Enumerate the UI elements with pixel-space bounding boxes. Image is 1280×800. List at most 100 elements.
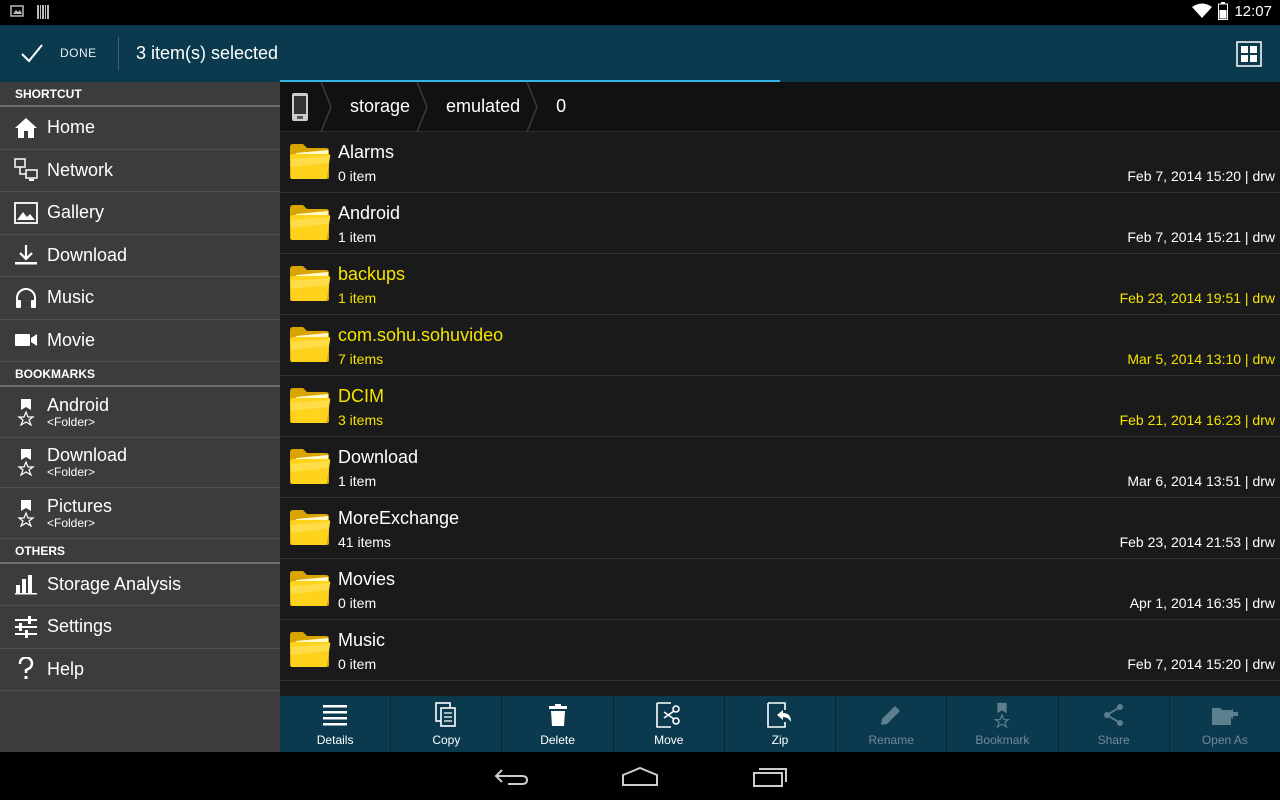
- phone-icon: [292, 92, 308, 121]
- sidebar-item-label: Storage Analysis: [47, 573, 182, 594]
- back-icon: [494, 769, 529, 785]
- bookmarks-header: BOOKMARKS: [0, 362, 280, 387]
- sidebar-item-network[interactable]: Network: [0, 150, 280, 192]
- zip-icon: [767, 702, 791, 728]
- status-bar: 12:07: [0, 0, 1280, 25]
- file-item-count: 0 item: [338, 656, 377, 672]
- sidebar-item-home[interactable]: Home: [0, 107, 280, 150]
- sidebar-item-label: Help: [47, 658, 85, 679]
- copy-icon: [435, 702, 457, 727]
- file-list[interactable]: Alarms 0 item Feb 7, 2014 15:20 | drw Andro…: [280, 132, 1280, 696]
- bookmark-sub: <Folder>: [47, 515, 96, 530]
- bookmark-sub: <Folder>: [47, 465, 96, 480]
- barcode-icon: [37, 5, 49, 19]
- toolbar-label: Copy: [432, 733, 461, 747]
- headphones-icon: [16, 287, 36, 308]
- sidebar-item-download[interactable]: Download: [0, 235, 280, 277]
- grid-view-icon[interactable]: [1236, 41, 1262, 67]
- file-row[interactable]: MoreExchange 41 items Feb 23, 2014 21:53 |…: [280, 498, 1280, 559]
- file-row[interactable]: DCIM 3 items Feb 21, 2014 16:23 | drw: [280, 376, 1280, 437]
- move-button[interactable]: Move: [614, 696, 725, 752]
- file-name: Android: [338, 203, 401, 223]
- image-icon: [10, 5, 24, 17]
- bookmark-item-download[interactable]: Download <Folder>: [0, 438, 280, 488]
- home-nav-button[interactable]: [620, 764, 660, 790]
- question-icon: [18, 657, 34, 680]
- file-row[interactable]: Movies 0 item Apr 1, 2014 16:35 | drw: [280, 559, 1280, 620]
- device-crumb[interactable]: [280, 82, 320, 132]
- bookmark-item-android[interactable]: Android <Folder>: [0, 387, 280, 438]
- delete-button[interactable]: Delete: [502, 696, 614, 752]
- sidebar-item-label: Home: [47, 117, 96, 138]
- file-item-count: 3 items: [338, 412, 384, 428]
- file-item-count: 0 item: [338, 595, 377, 611]
- sidebar-item-settings[interactable]: Settings: [0, 606, 280, 649]
- sidebar-item-label: Gallery: [47, 202, 105, 223]
- sidebar-item-gallery[interactable]: Gallery: [0, 192, 280, 235]
- file-name: Download: [338, 447, 419, 467]
- crumb-emulated[interactable]: emulated: [428, 82, 526, 132]
- back-button[interactable]: [492, 764, 532, 790]
- file-name: MoreExchange: [338, 508, 460, 528]
- bookmark-label: Pictures: [47, 495, 113, 516]
- details-icon: [323, 705, 348, 726]
- network-icon: [14, 158, 38, 182]
- navigation-bar: [0, 752, 1280, 800]
- toolbar-label: Bookmark: [975, 733, 1030, 747]
- folder-icon: [290, 388, 331, 423]
- gallery-icon: [14, 201, 38, 224]
- download-icon: [15, 245, 37, 265]
- file-row[interactable]: Android 1 item Feb 7, 2014 15:21 | drw: [280, 193, 1280, 254]
- trash-icon: [548, 704, 567, 726]
- sidebar-item-music[interactable]: Music: [0, 277, 280, 320]
- done-button[interactable]: DONE: [0, 25, 118, 82]
- file-row[interactable]: Alarms 0 item Feb 7, 2014 15:20 | drw: [280, 132, 1280, 193]
- open-as-button[interactable]: Open As: [1170, 696, 1280, 752]
- crumb-0[interactable]: 0: [538, 82, 572, 132]
- zip-button[interactable]: Zip: [725, 696, 837, 752]
- file-name: DCIM: [338, 386, 384, 406]
- sidebar-item-storage-analysis[interactable]: Storage Analysis: [0, 564, 280, 606]
- sidebar-item-label: Download: [47, 244, 128, 265]
- home-icon: [15, 117, 37, 138]
- file-row[interactable]: Download 1 item Mar 6, 2014 13:51 | drw: [280, 437, 1280, 498]
- others-header: OTHERS: [0, 539, 280, 564]
- bookmark-label: Download: [47, 445, 128, 466]
- crumb-separator: [320, 82, 332, 132]
- bookmark-icon: [994, 702, 1011, 728]
- sidebar-item-movie[interactable]: Movie: [0, 320, 280, 362]
- cut-icon: [655, 702, 680, 728]
- file-meta: Mar 5, 2014 13:10 | drw: [1127, 351, 1275, 367]
- file-item-count: 7 items: [338, 351, 384, 367]
- file-meta: Mar 6, 2014 13:51 | drw: [1127, 473, 1275, 489]
- bookmark-item-pictures[interactable]: Pictures <Folder>: [0, 488, 280, 539]
- copy-button[interactable]: Copy: [391, 696, 503, 752]
- share-button[interactable]: Share: [1059, 696, 1170, 752]
- file-browser: storage emulated 0 Alarms 0 item Feb 7, 20…: [280, 82, 1280, 752]
- recents-button[interactable]: [750, 764, 790, 790]
- sidebar-item-help[interactable]: Help: [0, 649, 280, 691]
- folder-icon: [290, 571, 331, 606]
- file-meta: Feb 23, 2014 19:51 | drw: [1119, 290, 1275, 306]
- bookmark-icon: [17, 398, 35, 426]
- file-name: Movies: [338, 569, 396, 589]
- rename-button[interactable]: Rename: [836, 696, 948, 752]
- file-row[interactable]: Music 0 item Feb 7, 2014 15:20 | drw: [280, 620, 1280, 681]
- file-name: Music: [338, 630, 386, 650]
- file-row[interactable]: com.sohu.sohuvideo 7 items Mar 5, 2014 13:…: [280, 315, 1280, 376]
- crumb-storage[interactable]: storage: [332, 82, 416, 132]
- file-name: Alarms: [338, 142, 395, 162]
- file-meta: Apr 1, 2014 16:35 | drw: [1129, 595, 1275, 611]
- toolbar-label: Move: [654, 733, 684, 747]
- bookmark-icon: [17, 449, 35, 477]
- folder-icon: [290, 510, 331, 545]
- action-bar: DONE 3 item(s) selected: [0, 25, 1280, 82]
- file-row[interactable]: backups 1 item Feb 23, 2014 19:51 | drw: [280, 254, 1280, 315]
- action-bar-divider: [118, 37, 119, 70]
- pencil-icon: [881, 706, 901, 725]
- file-meta: Feb 7, 2014 15:20 | drw: [1127, 168, 1275, 184]
- file-item-count: 1 item: [338, 290, 377, 306]
- details-button[interactable]: Details: [280, 696, 392, 752]
- bookmark-button[interactable]: Bookmark: [947, 696, 1059, 752]
- file-item-count: 41 items: [338, 534, 391, 550]
